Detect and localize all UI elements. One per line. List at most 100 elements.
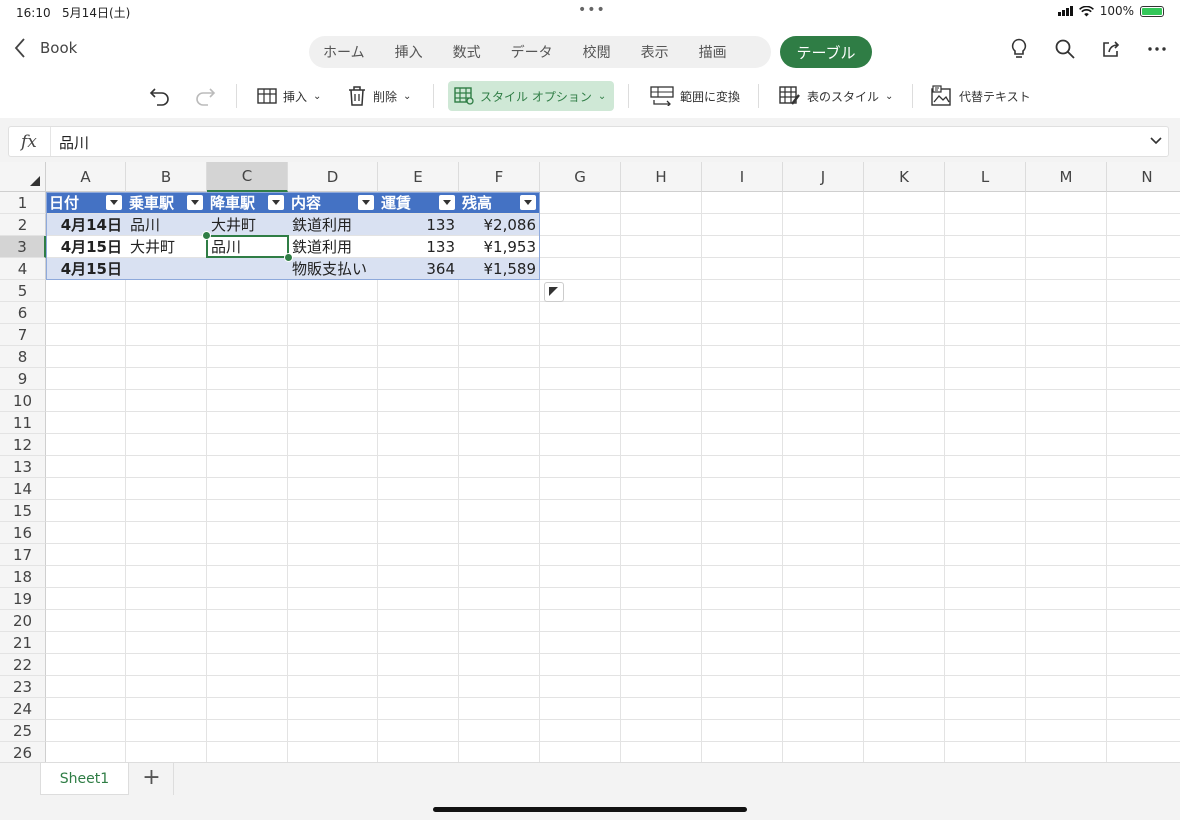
row-header-15[interactable]: 15 <box>0 500 46 522</box>
filter-dropdown-icon[interactable] <box>106 195 122 210</box>
alt-text-button[interactable]: 代替テキスト <box>931 81 1031 111</box>
selection-handle-bottom-right[interactable] <box>284 253 293 262</box>
filter-dropdown-icon[interactable] <box>268 195 284 210</box>
row-header-24[interactable]: 24 <box>0 698 46 720</box>
row-header-18[interactable]: 18 <box>0 566 46 588</box>
tab-home[interactable]: ホーム <box>323 42 365 62</box>
delete-button[interactable]: 削除 ⌄ <box>347 81 411 111</box>
row-header-19[interactable]: 19 <box>0 588 46 610</box>
undo-button[interactable] <box>149 81 171 111</box>
table-cell[interactable]: 鉄道利用 <box>288 236 378 258</box>
table-cell[interactable]: 133 <box>378 236 459 258</box>
multitasking-dots-icon[interactable]: ••• <box>578 2 606 18</box>
filter-dropdown-icon[interactable] <box>187 195 203 210</box>
row-header-14[interactable]: 14 <box>0 478 46 500</box>
row-header-16[interactable]: 16 <box>0 522 46 544</box>
row-header-20[interactable]: 20 <box>0 610 46 632</box>
formula-bar[interactable]: fx 品川 <box>8 126 1169 157</box>
table-resize-handle-icon[interactable] <box>544 282 564 302</box>
table-cell[interactable]: ¥2,086 <box>459 214 540 236</box>
more-icon[interactable] <box>1146 38 1168 60</box>
row-header-2[interactable]: 2 <box>0 214 46 236</box>
column-header-d[interactable]: D <box>288 162 378 192</box>
column-header-h[interactable]: H <box>621 162 702 192</box>
convert-to-range-button[interactable]: 範囲に変換 <box>650 81 740 111</box>
tab-table[interactable]: テーブル <box>780 36 872 68</box>
row-gridline <box>46 301 1180 302</box>
table-styles-button[interactable]: 表のスタイル ⌄ <box>779 81 893 111</box>
row-header-22[interactable]: 22 <box>0 654 46 676</box>
share-icon[interactable] <box>1100 38 1122 60</box>
row-header-21[interactable]: 21 <box>0 632 46 654</box>
function-icon[interactable]: fx <box>21 132 37 152</box>
table-cell[interactable]: 物販支払い <box>288 258 378 280</box>
table-cell[interactable]: 鉄道利用 <box>288 214 378 236</box>
table-cell[interactable]: 品川 <box>126 214 207 236</box>
row-header-8[interactable]: 8 <box>0 346 46 368</box>
table-cell[interactable]: 4月15日 <box>46 236 126 258</box>
redo-button[interactable] <box>194 81 216 111</box>
column-header-j[interactable]: J <box>783 162 864 192</box>
table-cell[interactable]: 4月15日 <box>46 258 126 280</box>
table-cell[interactable]: 364 <box>378 258 459 280</box>
row-header-23[interactable]: 23 <box>0 676 46 698</box>
style-options-button[interactable]: スタイル オプション ⌄ <box>448 81 614 111</box>
back-button[interactable]: Book <box>14 38 77 58</box>
column-header-b[interactable]: B <box>126 162 207 192</box>
column-header-f[interactable]: F <box>459 162 540 192</box>
column-header-g[interactable]: G <box>540 162 621 192</box>
table-cell[interactable]: 4月14日 <box>46 214 126 236</box>
row-header-4[interactable]: 4 <box>0 258 46 280</box>
filter-dropdown-icon[interactable] <box>520 195 536 210</box>
row-header-11[interactable]: 11 <box>0 412 46 434</box>
sheet-tab-bar: Sheet1 + <box>0 762 1180 820</box>
tab-draw[interactable]: 描画 <box>699 42 727 62</box>
expand-formula-bar-icon[interactable] <box>1150 134 1162 148</box>
table-cell[interactable]: 大井町 <box>126 236 207 258</box>
row-header-1[interactable]: 1 <box>0 192 46 214</box>
tab-formulas[interactable]: 数式 <box>453 42 481 62</box>
tab-data[interactable]: データ <box>511 42 553 62</box>
table-cell[interactable]: 大井町 <box>207 214 288 236</box>
row-header-12[interactable]: 12 <box>0 434 46 456</box>
search-icon[interactable] <box>1054 38 1076 60</box>
tab-review[interactable]: 校閲 <box>583 42 611 62</box>
row-header-10[interactable]: 10 <box>0 390 46 412</box>
filter-dropdown-icon[interactable] <box>358 195 374 210</box>
insert-button[interactable]: 挿入 ⌄ <box>257 81 321 111</box>
add-sheet-button[interactable]: + <box>130 763 174 795</box>
formula-input[interactable]: 品川 <box>59 132 89 153</box>
column-header-c[interactable]: C <box>207 162 288 192</box>
filter-dropdown-icon[interactable] <box>439 195 455 210</box>
table-cell[interactable]: ¥1,953 <box>459 236 540 258</box>
table-cell[interactable]: 133 <box>378 214 459 236</box>
table-cell[interactable] <box>207 258 288 280</box>
column-header-a[interactable]: A <box>46 162 126 192</box>
column-header-e[interactable]: E <box>378 162 459 192</box>
column-header-n[interactable]: N <box>1107 162 1180 192</box>
column-header-k[interactable]: K <box>864 162 945 192</box>
column-header-m[interactable]: M <box>1026 162 1107 192</box>
table-cell[interactable]: ¥1,589 <box>459 258 540 280</box>
table-cell[interactable] <box>126 258 207 280</box>
row-header-13[interactable]: 13 <box>0 456 46 478</box>
row-header-7[interactable]: 7 <box>0 324 46 346</box>
tab-view[interactable]: 表示 <box>641 42 669 62</box>
column-header-l[interactable]: L <box>945 162 1026 192</box>
convert-to-range-label: 範囲に変換 <box>680 89 741 104</box>
row-header-25[interactable]: 25 <box>0 720 46 742</box>
column-header-i[interactable]: I <box>702 162 783 192</box>
row-header-9[interactable]: 9 <box>0 368 46 390</box>
row-header-3[interactable]: 3 <box>0 236 46 258</box>
row-header-5[interactable]: 5 <box>0 280 46 302</box>
row-header-26[interactable]: 26 <box>0 742 46 762</box>
selection-handle-top-left[interactable] <box>202 231 211 240</box>
spreadsheet-grid[interactable]: A B C D E F G H I J K L M N 1 2 3 4 5 6 7 8 9 10 11 12 13 14 15 16 17 1… <box>0 162 1180 762</box>
select-all-button[interactable] <box>0 162 46 192</box>
selected-cell-outline[interactable] <box>206 235 289 258</box>
row-header-6[interactable]: 6 <box>0 302 46 324</box>
lightbulb-icon[interactable] <box>1008 38 1030 60</box>
tab-insert[interactable]: 挿入 <box>395 42 423 62</box>
row-header-17[interactable]: 17 <box>0 544 46 566</box>
sheet-tab-sheet1[interactable]: Sheet1 <box>40 763 129 795</box>
